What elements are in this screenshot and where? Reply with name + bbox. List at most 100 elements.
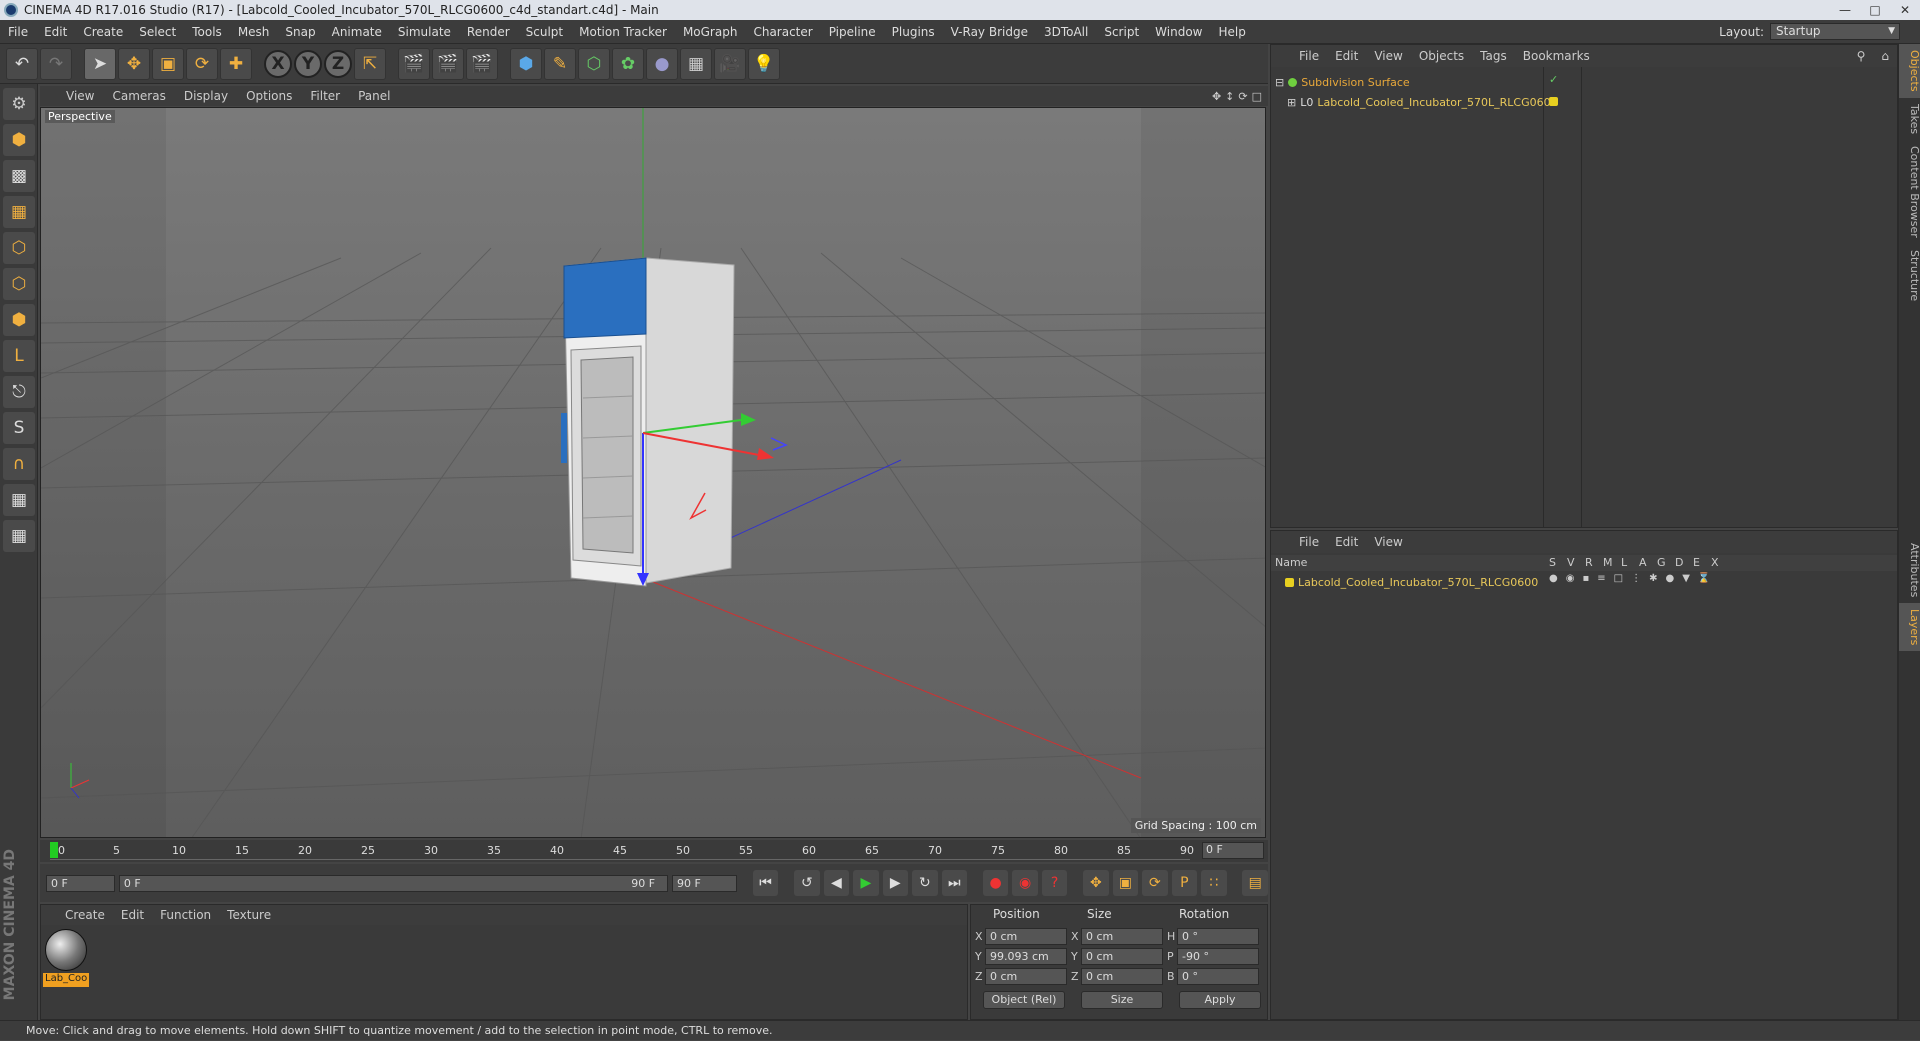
- menu-file[interactable]: File: [0, 25, 36, 39]
- viewport-menu-options[interactable]: Options: [237, 89, 301, 103]
- timeline-playhead[interactable]: [50, 842, 58, 858]
- make-editable-button[interactable]: ⚙: [3, 88, 35, 120]
- size-z-field[interactable]: 0 cm: [1081, 968, 1163, 985]
- current-frame-field[interactable]: 0 F: [1202, 842, 1264, 859]
- viewport-move-icon[interactable]: ✥: [1212, 90, 1221, 103]
- subdivision-button[interactable]: ⬡: [578, 47, 610, 80]
- layer-color-swatch[interactable]: [1285, 577, 1294, 587]
- record-rotation-button[interactable]: ⟳: [1142, 870, 1168, 896]
- previous-key-button[interactable]: ↺: [794, 870, 820, 896]
- render-icon[interactable]: ▪: [1582, 573, 1589, 584]
- move-tool-button[interactable]: ✥: [118, 47, 150, 80]
- object-menu-file[interactable]: File: [1291, 49, 1327, 63]
- material-menu-edit[interactable]: Edit: [113, 908, 152, 922]
- magnet-button[interactable]: ∩: [3, 448, 35, 480]
- expand-icon[interactable]: ⊞: [1287, 96, 1296, 109]
- menu-help[interactable]: Help: [1210, 25, 1253, 39]
- light-button[interactable]: 💡: [748, 47, 780, 80]
- incubator-model[interactable]: [561, 257, 735, 587]
- scale-tool-button[interactable]: ▣: [152, 47, 184, 80]
- manager-icon[interactable]: ≡: [1597, 573, 1605, 584]
- animation-icon[interactable]: ⋮: [1631, 573, 1641, 584]
- record-active-objects-button[interactable]: ●: [982, 870, 1009, 896]
- maximize-button[interactable]: □: [1860, 1, 1890, 19]
- edit-check-icon[interactable]: ✓: [1549, 73, 1558, 86]
- viewport-menu-display[interactable]: Display: [175, 89, 237, 103]
- play-button[interactable]: ▶: [853, 870, 879, 896]
- viewport-zoom-icon[interactable]: ↕: [1225, 90, 1234, 103]
- tweak-mode-button[interactable]: ⎋: [3, 376, 35, 408]
- render-settings-button[interactable]: 🎬: [466, 47, 498, 80]
- position-z-field[interactable]: 0 cm: [985, 968, 1067, 985]
- apply-button[interactable]: Apply: [1179, 991, 1261, 1009]
- live-selection-button[interactable]: ➤: [84, 47, 116, 80]
- menu-select[interactable]: Select: [131, 25, 184, 39]
- record-scale-button[interactable]: ▣: [1112, 870, 1139, 896]
- go-to-end-button[interactable]: ⏭: [941, 870, 968, 896]
- layer-menu-file[interactable]: File: [1291, 535, 1327, 549]
- rotation-h-field[interactable]: 0 °: [1177, 928, 1259, 945]
- menu-script[interactable]: Script: [1096, 25, 1147, 39]
- object-row-incubator[interactable]: ⊞ L0 Labcold_Cooled_Incubator_570L_RLCG0…: [1287, 93, 1558, 111]
- cloner-button[interactable]: ✿: [612, 47, 644, 80]
- tab-structure[interactable]: Structure: [1899, 244, 1920, 307]
- menu-render[interactable]: Render: [459, 25, 518, 39]
- snap-button[interactable]: S: [3, 412, 35, 444]
- y-axis-lock-button[interactable]: Y: [294, 49, 322, 78]
- workplane-lock-button[interactable]: ▦: [3, 484, 35, 516]
- keyframe-selection-button[interactable]: ?: [1041, 870, 1068, 896]
- size-y-field[interactable]: 0 cm: [1081, 948, 1163, 965]
- object-menu-tags[interactable]: Tags: [1472, 49, 1515, 63]
- expression-icon[interactable]: ▼: [1682, 573, 1690, 584]
- tab-content-browser[interactable]: Content Browser: [1899, 140, 1920, 244]
- start-frame-field[interactable]: 0 F: [46, 874, 115, 892]
- position-y-field[interactable]: 99.093 cm: [985, 948, 1067, 965]
- tab-takes[interactable]: Takes: [1899, 98, 1920, 140]
- autokeying-button[interactable]: ◉: [1012, 870, 1038, 896]
- frame-range-slider[interactable]: 0 F 90 F: [118, 874, 669, 892]
- menu-3dtoall[interactable]: 3DToAll: [1036, 25, 1096, 39]
- viewport-menu-cameras[interactable]: Cameras: [103, 89, 174, 103]
- timeline-window-button[interactable]: ▤: [1242, 870, 1268, 896]
- workplane-mode-button[interactable]: ▦: [3, 196, 35, 228]
- points-mode-button[interactable]: ⬡: [3, 232, 35, 264]
- collapse-icon[interactable]: ⊟: [1275, 76, 1284, 89]
- floor-button[interactable]: ▦: [680, 47, 712, 80]
- lock-icon[interactable]: □: [1614, 573, 1623, 584]
- menu-edit[interactable]: Edit: [36, 25, 75, 39]
- tab-layers[interactable]: Layers: [1899, 603, 1920, 652]
- viewport-menu-panel[interactable]: Panel: [349, 89, 399, 103]
- go-to-start-button[interactable]: ⏮: [752, 870, 779, 896]
- material-thumbnail[interactable]: [45, 929, 87, 971]
- size-mode-select[interactable]: Size: [1081, 991, 1163, 1009]
- menu-character[interactable]: Character: [745, 25, 820, 39]
- recent-tool-button[interactable]: ✚: [220, 47, 252, 80]
- coordinate-mode-select[interactable]: Object (Rel): [983, 991, 1065, 1009]
- texture-mode-button[interactable]: ▩: [3, 160, 35, 192]
- layer-menu-view[interactable]: View: [1366, 535, 1410, 549]
- solo-icon[interactable]: ●: [1549, 573, 1558, 584]
- rotation-b-field[interactable]: 0 °: [1177, 968, 1259, 985]
- redo-button[interactable]: ↷: [40, 47, 72, 80]
- menu-create[interactable]: Create: [75, 25, 131, 39]
- end-frame-field[interactable]: 90 F: [672, 874, 737, 892]
- menu-simulate[interactable]: Simulate: [390, 25, 459, 39]
- record-pla-button[interactable]: ∷: [1201, 870, 1227, 896]
- render-picture-viewer-button[interactable]: 🎬: [432, 47, 464, 80]
- material-menu-create[interactable]: Create: [57, 908, 113, 922]
- close-button[interactable]: ✕: [1890, 1, 1920, 19]
- generator-icon[interactable]: ✱: [1649, 573, 1657, 584]
- undo-button[interactable]: ↶: [6, 47, 38, 80]
- layer-row[interactable]: Labcold_Cooled_Incubator_570L_RLCG0600: [1285, 573, 1538, 591]
- material-name[interactable]: Lab_Coo: [43, 973, 89, 987]
- view-eye-icon[interactable]: ◉: [1566, 573, 1575, 584]
- tab-attributes[interactable]: Attributes: [1899, 537, 1920, 603]
- perspective-viewport[interactable]: Perspective Grid Spacing : 100 cm: [40, 107, 1266, 838]
- menu-animate[interactable]: Animate: [324, 25, 390, 39]
- spline-pen-button[interactable]: ✎: [544, 47, 576, 80]
- record-parameter-button[interactable]: P: [1171, 870, 1198, 896]
- deformer-button[interactable]: ●: [646, 47, 678, 80]
- size-x-field[interactable]: 0 cm: [1081, 928, 1163, 945]
- model-mode-button[interactable]: ⬢: [3, 124, 35, 156]
- layer-flags[interactable]: ● ◉ ▪ ≡ □ ⋮ ✱ ● ▼ ⌛: [1549, 573, 1710, 584]
